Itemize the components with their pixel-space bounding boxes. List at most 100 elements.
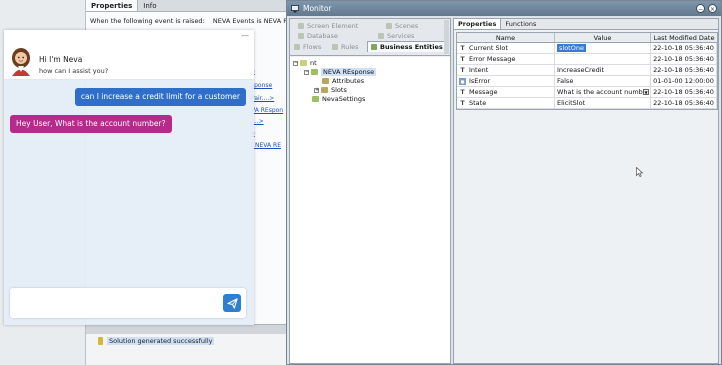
table-row[interactable]: T Error Message 22-10-18 05:36:40 [457, 54, 717, 65]
output-panel: Solution generated successfully [86, 324, 286, 365]
table-row[interactable]: T State ElicitSlot 22-10-18 05:36:40 [457, 98, 717, 109]
collapse-icon[interactable]: − [304, 69, 309, 75]
tab-rules-label: Rules [341, 43, 359, 51]
chevron-down-icon[interactable]: ▼ [643, 89, 649, 95]
entity-icon [311, 69, 318, 75]
background-link[interactable]: VA REspon [251, 107, 283, 114]
row-name: Current Slot [469, 43, 508, 52]
name-cell: T Message [457, 87, 555, 97]
event-label: When the following event is raised: [90, 17, 205, 25]
explorer-tab-bar: Screen Element Scenes Database Services … [290, 19, 450, 56]
minimize-window-button[interactable]: − [696, 4, 705, 13]
date-cell: 22-10-18 05:36:40 [651, 54, 717, 64]
monitor-title-bar[interactable]: Monitor − × [287, 1, 721, 16]
tree-item-slots[interactable]: + Slots [314, 86, 347, 94]
tab-scenes[interactable]: Scenes [386, 22, 418, 30]
column-header-name[interactable]: Name [457, 33, 555, 42]
rules-icon [332, 44, 338, 50]
tab-screen-element-label: Screen Element [307, 22, 359, 30]
monitor-icon [291, 4, 299, 12]
table-row[interactable]: T Intent IncreaseCredit 22-10-18 05:36:4… [457, 65, 717, 76]
tree-item-neva-settings[interactable]: NevaSettings [312, 95, 365, 103]
tab-screen-element[interactable]: Screen Element [298, 22, 358, 30]
database-icon [298, 33, 304, 39]
table-row[interactable]: T Message What is the account numb ▼ 22-… [457, 87, 717, 98]
name-cell: T Error Message [457, 54, 555, 64]
value-cell[interactable]: What is the account numb ▼ [555, 87, 651, 97]
table-row[interactable]: ■ IsError False 01-01-00 12:00:00 [457, 76, 717, 87]
explorer-pane: Screen Element Scenes Database Services … [289, 18, 451, 364]
value-cell[interactable]: ElicitSlot [555, 98, 651, 108]
tree-item-attributes-label: Attributes [332, 77, 365, 85]
boolean-type-icon: ■ [459, 77, 466, 85]
output-toolbar [86, 325, 286, 334]
tab-services[interactable]: Services [378, 32, 414, 40]
date-cell: 22-10-18 05:36:40 [651, 43, 717, 53]
services-icon [378, 33, 384, 39]
value-cell[interactable] [555, 54, 651, 64]
column-header-date[interactable]: Last Modified Date [651, 33, 717, 42]
tree-item-neva-response-label: NEVA REsponse [321, 68, 377, 76]
tree-item-neva-response[interactable]: − NEVA REsponse [304, 68, 377, 76]
flows-icon [294, 44, 300, 50]
name-cell: ■ IsError [457, 76, 555, 86]
send-button[interactable] [223, 294, 241, 312]
background-link[interactable]: sponse [251, 82, 272, 89]
tab-services-label: Services [387, 32, 415, 40]
chat-header: — Hi I'm Neva how can I assist you? [4, 30, 254, 80]
entity-icon [312, 96, 319, 102]
background-tab-info[interactable]: Info [138, 0, 161, 11]
row-name: Error Message [469, 54, 516, 63]
tab-flows[interactable]: Flows [294, 43, 321, 51]
properties-pane: Properties Functions Name Value Last Mod… [453, 18, 719, 364]
screen-element-icon [298, 23, 304, 29]
expand-icon[interactable]: + [314, 87, 319, 93]
name-cell: T Intent [457, 65, 555, 75]
name-cell: T State [457, 98, 555, 108]
table-row[interactable]: T Current Slot slotOne 22-10-18 05:36:40 [457, 43, 717, 54]
row-name: Intent [469, 65, 489, 74]
event-raised-row: When the following event is raised: NEVA… [86, 12, 286, 30]
date-cell: 22-10-18 05:36:40 [651, 65, 717, 75]
window-controls: − × [696, 4, 717, 13]
value-cell[interactable]: IncreaseCredit [555, 65, 651, 75]
text-type-icon: T [460, 99, 465, 107]
value-cell[interactable]: slotOne [555, 43, 651, 53]
row-value[interactable]: slotOne [557, 44, 586, 52]
text-type-icon: T [460, 44, 465, 52]
chat-input[interactable] [10, 288, 246, 318]
output-message: Solution generated successfully [107, 337, 215, 345]
scenes-icon [386, 23, 392, 29]
tab-rules[interactable]: Rules [332, 43, 359, 51]
slots-icon [321, 87, 328, 93]
background-tab-bar: Properties Info [86, 0, 286, 12]
background-link[interactable]: f NEVA RE [251, 142, 281, 149]
collapse-icon[interactable]: − [293, 60, 298, 66]
send-icon [226, 297, 238, 309]
tree-item-root[interactable]: − nt [293, 59, 317, 67]
monitor-window: Monitor − × Screen Element Scenes Databa… [286, 0, 722, 365]
tab-database[interactable]: Database [298, 32, 338, 40]
minimize-button[interactable]: — [241, 31, 249, 40]
tab-scroll-buttons[interactable] [444, 20, 449, 54]
value-cell[interactable]: False [555, 76, 651, 86]
tab-flows-label: Flows [303, 43, 322, 51]
tree-item-neva-settings-label: NevaSettings [322, 95, 366, 103]
background-tab-properties[interactable]: Properties [86, 0, 139, 11]
tree-item-attributes[interactable]: Attributes [322, 77, 364, 85]
text-type-icon: T [460, 66, 465, 74]
background-link[interactable]: Pair....> [251, 95, 274, 102]
event-value[interactable]: NEVA Events is NEVA Re [213, 17, 286, 25]
close-window-button[interactable]: × [708, 4, 717, 13]
tab-business-entities-label: Business Entities [380, 43, 443, 51]
properties-grid: Name Value Last Modified Date T Current … [456, 32, 718, 110]
row-name: State [469, 98, 487, 107]
tab-properties[interactable]: Properties [454, 19, 502, 29]
tab-business-entities[interactable]: Business Entities [367, 41, 447, 52]
column-header-value[interactable]: Value [555, 33, 651, 42]
date-cell: 22-10-18 05:36:40 [651, 98, 717, 108]
tab-functions[interactable]: Functions [501, 19, 540, 29]
properties-tab-bar: Properties Functions [454, 19, 718, 30]
row-name: Message [469, 87, 498, 96]
text-type-icon: T [460, 55, 465, 63]
